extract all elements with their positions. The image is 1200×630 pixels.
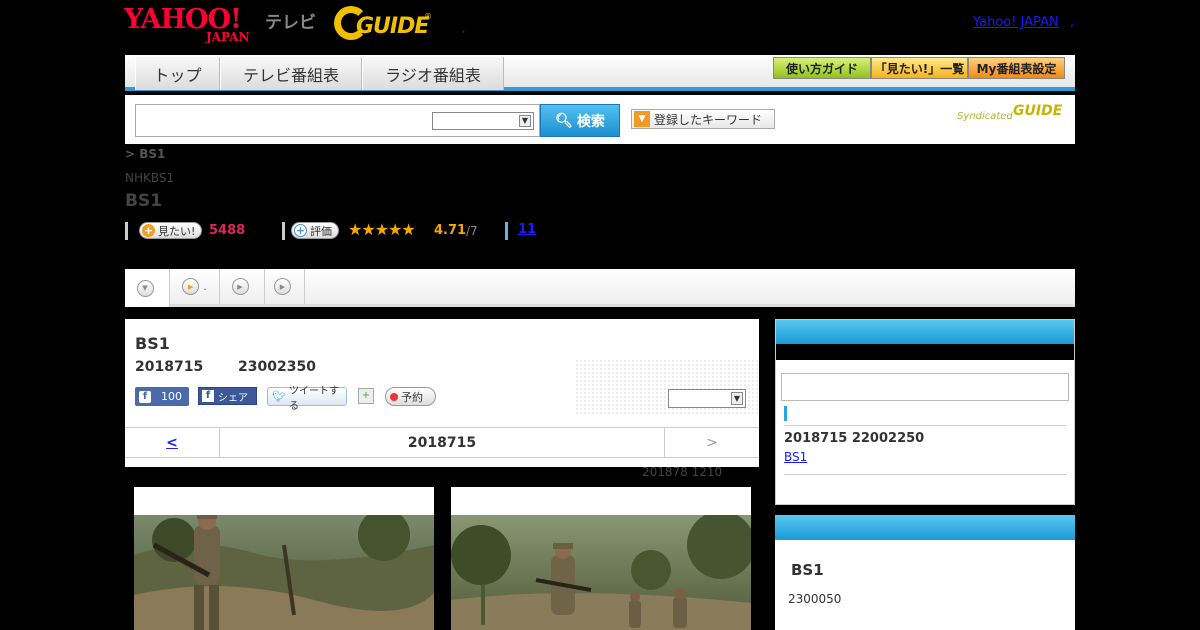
facebook-icon: f: [202, 390, 214, 402]
tab-tv-listings[interactable]: テレビ番組表: [220, 57, 362, 90]
program-image[interactable]: [134, 487, 434, 630]
review-count-link[interactable]: 11: [518, 222, 536, 237]
my-schedule-settings-button[interactable]: My番組表設定: [968, 57, 1065, 79]
add-to-calendar-icon[interactable]: +: [358, 388, 374, 404]
play-icon: ▶: [231, 278, 249, 295]
panel-header: [775, 515, 1075, 540]
divider: [282, 222, 285, 240]
program-detail-panel: BS1 2018715 23002350 f 100 f シェア 🐦︎ ツイート…: [125, 319, 759, 467]
chevron-down-icon: ▼: [731, 392, 743, 405]
search-button-label: 検索: [576, 113, 605, 130]
search-bar: ▼ 🔍︎ 検索 ▼ 登録したキーワード Syndicated GUIDE: [125, 95, 1075, 144]
record-dot-icon: [390, 392, 398, 401]
usage-guide-button[interactable]: 使い方ガイド: [773, 57, 871, 79]
panel-header: [776, 320, 1074, 344]
tv-logo-text[interactable]: テレビ: [265, 8, 316, 33]
global-nav: トップ テレビ番組表 ラジオ番組表 使い方ガイド 「見たい!」一覧 My番組表設…: [125, 55, 1075, 91]
facebook-share-label: シェア: [218, 392, 248, 404]
subtab-label: .: [203, 280, 207, 293]
want-button-label: 見たい!: [158, 224, 196, 238]
page-title: BS1: [125, 191, 163, 211]
want-count: 5488: [209, 223, 246, 238]
want-list-button[interactable]: 「見たい!」一覧: [871, 57, 968, 79]
saved-keywords-button[interactable]: ▼ 登録したキーワード: [631, 109, 775, 129]
yahoo-japan-link[interactable]: Yahoo! JAPAN: [973, 15, 1059, 30]
subtab-video[interactable]: ▶ .: [170, 269, 220, 304]
subtab-item[interactable]: ▶: [265, 269, 305, 304]
divider: [784, 425, 1066, 426]
saved-keywords-label: 登録したキーワード: [654, 112, 763, 127]
guide-logo-text: GUIDE: [356, 14, 429, 39]
divider: [784, 474, 1066, 475]
rate-button-label: 評価: [310, 224, 332, 238]
yahoo-japan-logo[interactable]: YAHOO! JAPAN: [124, 6, 262, 44]
syndicated-guide-logo: GUIDE: [1013, 103, 1063, 119]
play-icon: ▶: [274, 278, 291, 295]
tweet-button[interactable]: 🐦︎ ツイートする: [267, 386, 347, 412]
panel-subheader: [776, 344, 1074, 360]
last-updated: 201878 1210: [642, 465, 723, 479]
program-photo-patrol: [451, 515, 751, 630]
japan-logo-text: JAPAN: [206, 30, 250, 44]
divider: [505, 222, 508, 240]
plus-icon: +: [294, 224, 307, 237]
program-title: BS1: [135, 334, 170, 353]
play-icon: ▶: [182, 278, 200, 295]
sidebar-input[interactable]: [781, 373, 1069, 401]
program-photo-soldier: [134, 515, 434, 630]
section-marker: [784, 406, 787, 421]
facebook-icon: f: [139, 390, 151, 403]
reserve-button[interactable]: 予約: [385, 387, 436, 406]
header-extra-link[interactable]: ,: [1070, 15, 1074, 30]
facebook-like-count: 100: [161, 390, 182, 403]
program-image[interactable]: [451, 487, 751, 630]
sidebar-program-time: 2300050: [788, 592, 842, 606]
sidebar-panel-info: BS1 2300050: [775, 515, 1075, 630]
channel-name: NHKBS1: [125, 171, 175, 185]
recorder-select[interactable]: ▼: [668, 389, 746, 408]
subtab-overview[interactable]: ▼: [125, 269, 170, 307]
subtab-item[interactable]: ▶: [220, 269, 265, 304]
broadcast-date: 2018715: [135, 359, 204, 375]
current-date: 2018715: [407, 434, 477, 451]
reserve-label: 予約: [401, 390, 423, 404]
divider: [125, 222, 128, 240]
related-datetime: 2018715 22002250: [784, 431, 925, 446]
twitter-bird-icon: 🐦︎: [272, 390, 286, 403]
search-icon: 🔍︎: [555, 112, 573, 129]
chevron-down-icon: ▼: [136, 279, 154, 297]
chevron-down-icon: ▼: [634, 111, 650, 127]
facebook-like-button[interactable]: f 100: [135, 387, 189, 406]
sidebar-panel-related: 2018715 22002250 BS1: [775, 319, 1075, 505]
facebook-share-button[interactable]: f シェア: [198, 387, 257, 405]
rating-value: 4.71: [434, 223, 467, 238]
broadcast-time: 23002350: [238, 359, 316, 375]
rate-button[interactable]: + 評価: [291, 222, 339, 239]
next-day-button[interactable]: >: [664, 428, 759, 457]
syndicated-label: Syndicated: [957, 111, 1013, 122]
previous-day-link[interactable]: <: [125, 428, 220, 457]
tab-radio-listings[interactable]: ラジオ番組表: [362, 57, 504, 90]
rating-stars-icon: ★★★★★: [348, 220, 416, 239]
related-program-link[interactable]: BS1: [784, 450, 807, 464]
tweet-label: ツイートする: [288, 385, 339, 412]
want-button[interactable]: + 見たい!: [139, 222, 203, 239]
breadcrumb: > BS1: [125, 147, 166, 161]
search-category-select[interactable]: ▼: [432, 112, 534, 130]
sidebar-program-title: BS1: [791, 561, 824, 579]
tab-top[interactable]: トップ: [135, 57, 220, 90]
date-navigation: < 2018715 >: [125, 427, 759, 458]
plus-icon: +: [142, 224, 155, 237]
chevron-down-icon: ▼: [519, 115, 531, 127]
search-button[interactable]: 🔍︎ 検索: [540, 104, 620, 137]
content-subtabs: ▼ ▶ . ▶ ▶: [125, 269, 1075, 307]
rating-max: /7: [466, 224, 478, 238]
g-guide-logo[interactable]: GUIDE ®: [334, 6, 434, 42]
registered-mark: ®: [424, 12, 432, 21]
header-separator: ,: [462, 24, 466, 35]
page: YAHOO! JAPAN テレビ GUIDE ® , Yahoo! JAPAN …: [0, 0, 1200, 630]
